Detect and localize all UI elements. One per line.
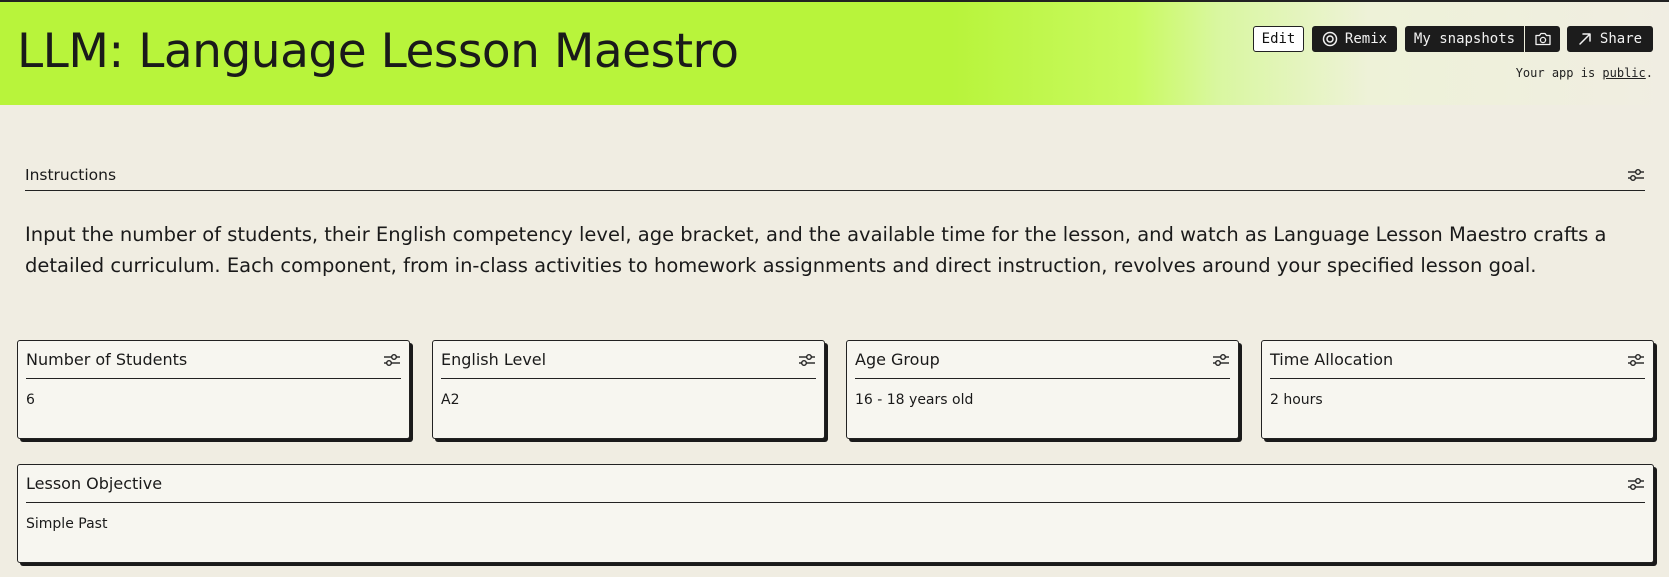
card-header: Lesson Objective (26, 465, 1645, 503)
input-card-time-allocation: Time Allocation 2 hours (1261, 340, 1654, 439)
share-arrow-icon (1579, 33, 1591, 45)
status-prefix: Your app is (1515, 66, 1603, 80)
input-card-lesson-objective: Lesson Objective Simple Past (17, 464, 1654, 563)
card-header: Age Group (855, 341, 1230, 379)
sliders-icon[interactable] (1627, 168, 1645, 182)
card-label: English Level (441, 350, 547, 369)
edit-button[interactable]: Edit (1253, 26, 1304, 52)
instructions-header: Instructions (25, 160, 1645, 191)
share-button[interactable]: Share (1567, 26, 1653, 52)
card-label: Time Allocation (1270, 350, 1394, 369)
card-value[interactable]: 6 (26, 392, 401, 408)
app-header: LLM: Language Lesson Maestro Edit Remix … (0, 2, 1669, 105)
card-value[interactable]: A2 (441, 392, 816, 408)
sliders-icon[interactable] (1627, 477, 1645, 491)
card-header: Number of Students (26, 341, 401, 379)
card-value[interactable]: 2 hours (1270, 392, 1645, 408)
app-title: LLM: Language Lesson Maestro (17, 24, 739, 79)
my-snapshots-button[interactable]: My snapshots (1405, 26, 1524, 52)
card-header: English Level (441, 341, 816, 379)
sliders-icon[interactable] (798, 353, 816, 367)
sliders-icon[interactable] (383, 353, 401, 367)
input-card-age-group: Age Group 16 - 18 years old (846, 340, 1239, 439)
card-value[interactable]: Simple Past (26, 516, 1645, 532)
card-label: Lesson Objective (26, 474, 163, 493)
share-label: Share (1599, 31, 1643, 47)
input-card-english-level: English Level A2 (432, 340, 825, 439)
public-link[interactable]: public (1602, 66, 1645, 80)
sliders-icon[interactable] (1627, 353, 1645, 367)
sliders-icon[interactable] (1212, 353, 1230, 367)
card-label: Number of Students (26, 350, 188, 369)
remix-icon (1322, 31, 1338, 47)
visibility-status: Your app is public. (1516, 66, 1653, 80)
card-label: Age Group (855, 350, 940, 369)
instructions-text: Input the number of students, their Engl… (25, 223, 1607, 277)
camera-icon (1534, 32, 1551, 46)
input-card-number-of-students: Number of Students 6 (17, 340, 410, 439)
remix-button[interactable]: Remix (1312, 26, 1397, 52)
card-value[interactable]: 16 - 18 years old (855, 392, 1230, 408)
instructions-heading: Instructions (25, 166, 117, 184)
status-suffix: . (1645, 66, 1653, 80)
snapshot-camera-button[interactable] (1525, 26, 1560, 52)
card-header: Time Allocation (1270, 341, 1645, 379)
remix-label: Remix (1344, 31, 1388, 47)
instructions-section: Instructions Input the number of student… (25, 160, 1645, 281)
